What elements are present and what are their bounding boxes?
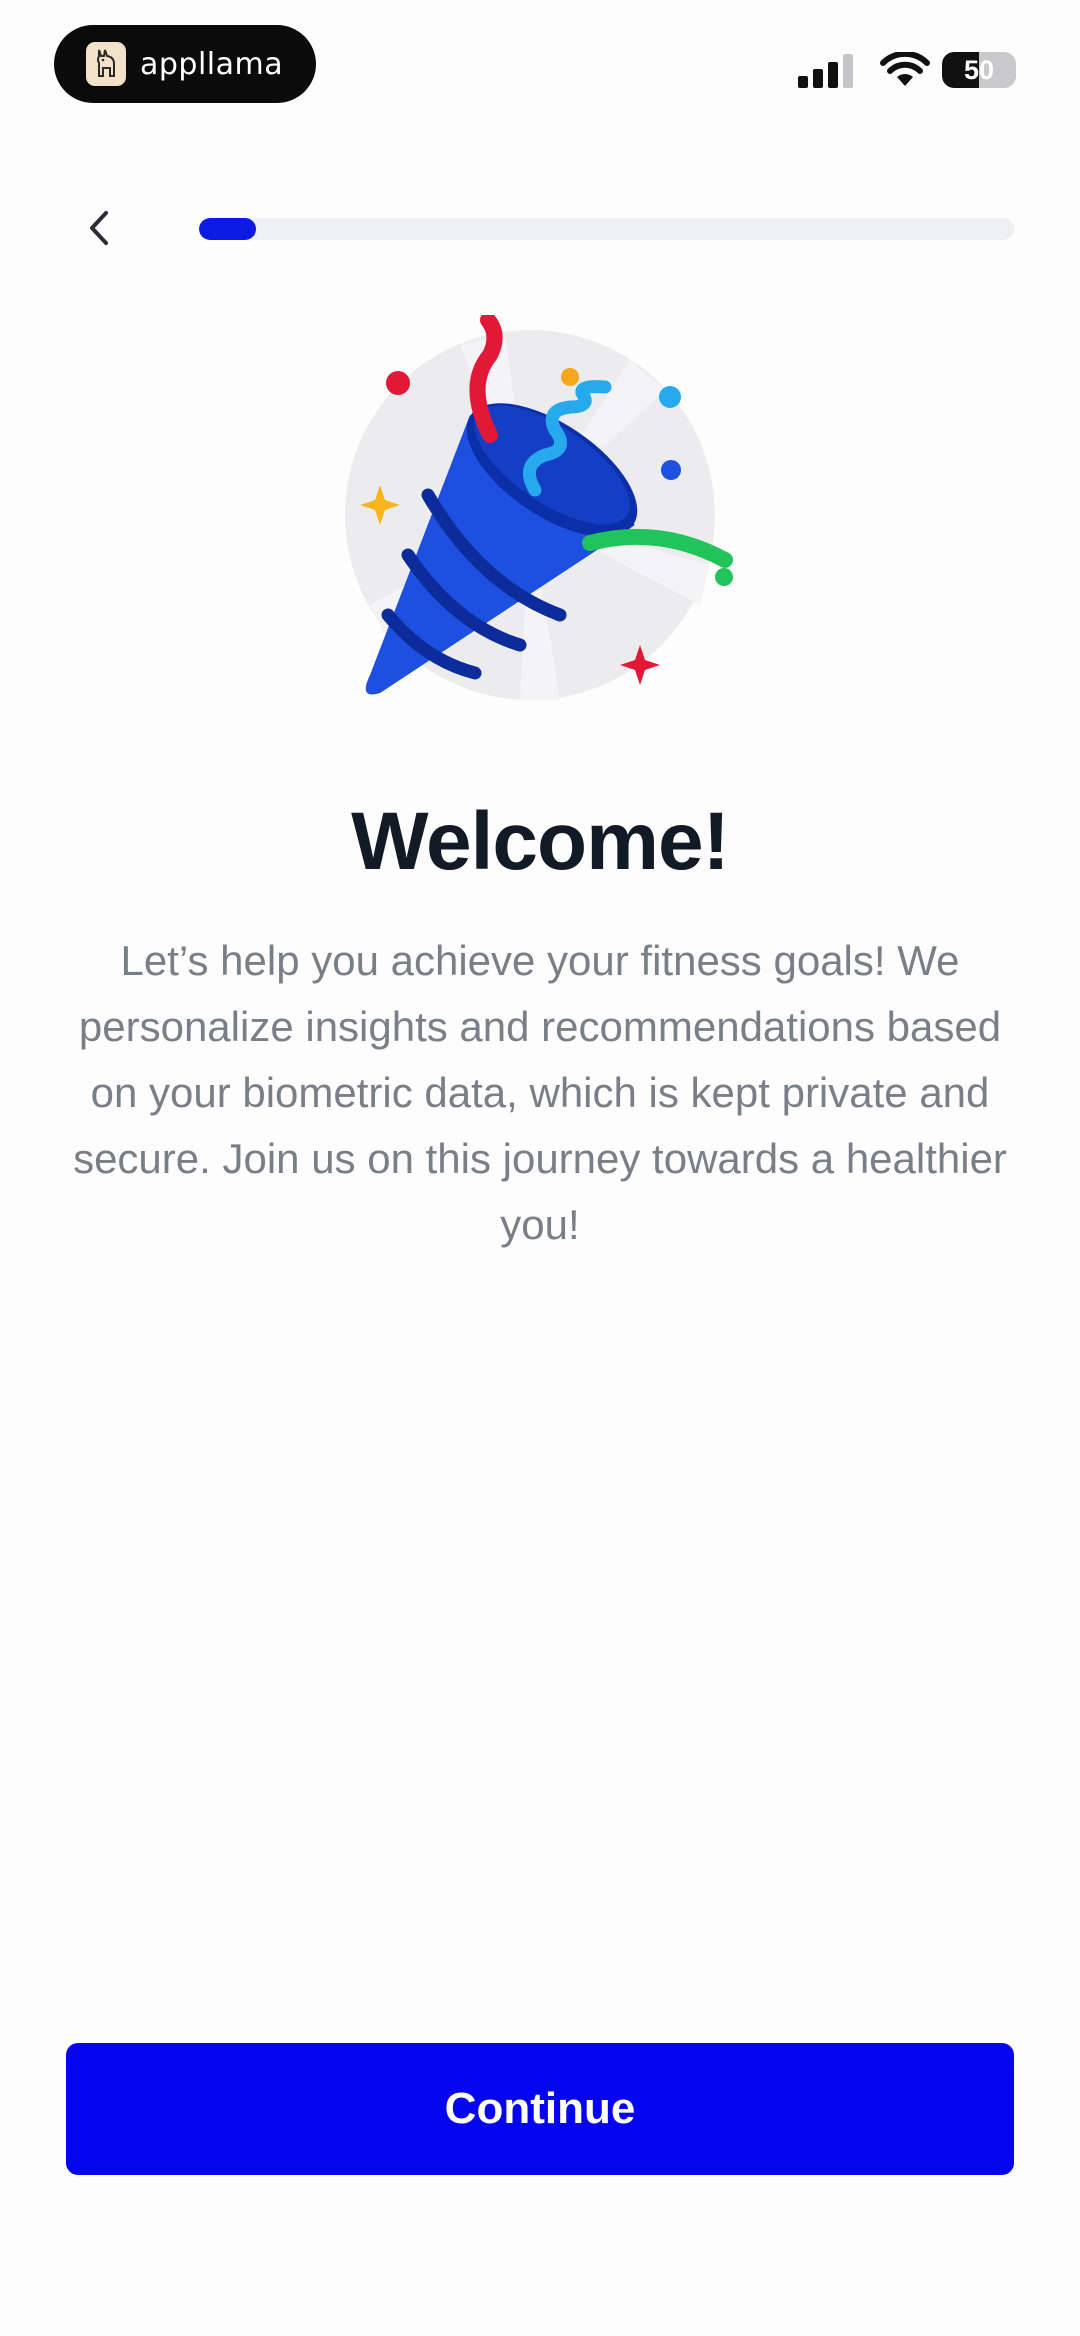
progress-fill <box>199 218 257 240</box>
app-name: appllama <box>140 46 284 82</box>
welcome-title: Welcome! <box>351 796 730 887</box>
battery-percent: 50 <box>963 54 995 85</box>
llama-logo-icon <box>86 42 126 86</box>
chevron-left-icon <box>90 211 108 245</box>
onboarding-progress-bar <box>199 218 1014 240</box>
app-badge: appllama <box>54 25 316 103</box>
back-button[interactable] <box>76 205 122 251</box>
continue-button[interactable]: Continue <box>66 2043 1014 2175</box>
wifi-icon <box>880 52 930 86</box>
cellular-signal-icon <box>798 54 853 88</box>
battery-indicator: 50 <box>942 52 1016 88</box>
welcome-description: Let’s help you achieve your fitness goal… <box>73 937 1007 1248</box>
party-popper-icon <box>345 315 733 700</box>
